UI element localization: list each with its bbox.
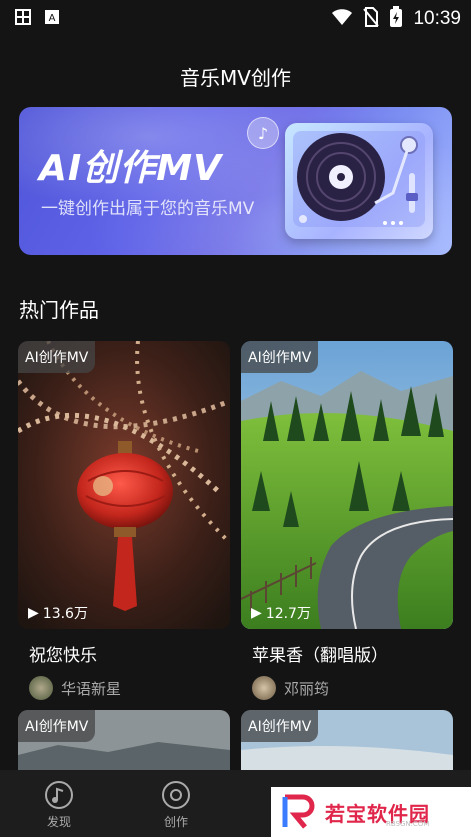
artist-name: 华语新星	[61, 679, 122, 698]
watermark-logo-icon	[279, 793, 317, 831]
turntable-icon	[285, 123, 433, 239]
section-title-hot-works: 热门作品	[19, 298, 99, 322]
play-count: ▶ 13.6万	[28, 603, 88, 623]
svg-text:A: A	[49, 13, 56, 24]
ai-mv-tag: AI创作MV	[241, 710, 319, 742]
avatar	[29, 676, 53, 700]
watermark-url: RBSGN.COM	[386, 820, 430, 828]
artist-row[interactable]: 邓丽筠	[252, 676, 329, 700]
play-icon: ▶	[28, 605, 39, 621]
wifi-icon	[331, 8, 353, 30]
ai-mv-tag: AI创作MV	[241, 341, 319, 373]
tab-label: 创作	[163, 815, 188, 829]
avatar	[252, 676, 276, 700]
page-title: 音乐MV创作	[180, 66, 291, 90]
artist-name: 邓丽筠	[284, 679, 330, 698]
song-title[interactable]: 祝您快乐	[29, 641, 97, 666]
play-icon: ▶	[251, 605, 262, 621]
ai-mv-tag: AI创作MV	[18, 710, 96, 742]
work-card-1[interactable]: AI创作MV ▶ 13.6万	[18, 341, 230, 629]
status-bar: A 10:39	[0, 0, 471, 36]
work-cover-meadow	[241, 341, 453, 629]
tab-create[interactable]: 创作	[146, 780, 206, 830]
banner-title: AI创作MV	[39, 148, 222, 189]
play-count-value: 13.6万	[42, 606, 88, 622]
banner-subtitle: 一键创作出属于您的音乐MV	[41, 199, 255, 219]
work-cover-lantern	[18, 341, 230, 629]
app-icon	[12, 6, 34, 32]
watermark: 若宝软件园 RBSGN.COM	[271, 787, 471, 837]
tab-discover[interactable]: 发现	[29, 780, 89, 830]
text-a-icon: A	[44, 9, 60, 29]
ai-mv-tag: AI创作MV	[18, 341, 96, 373]
song-title[interactable]: 苹果香（翻唱版）	[252, 641, 388, 666]
work-card-2[interactable]: AI创作MV ▶ 12.7万	[241, 341, 453, 629]
no-sim-icon	[363, 7, 380, 31]
record-icon	[162, 781, 190, 809]
tab-label: 发现	[46, 815, 71, 829]
play-count: ▶ 12.7万	[251, 603, 311, 623]
clock: 10:39	[413, 8, 461, 29]
ai-mv-banner[interactable]: AI创作MV 一键创作出属于您的音乐MV ♪	[19, 107, 452, 255]
music-note-bubble-icon: ♪	[247, 117, 279, 149]
music-note-icon	[45, 781, 73, 809]
battery-charging-icon	[389, 6, 403, 32]
artist-row[interactable]: 华语新星	[29, 676, 121, 700]
play-count-value: 12.7万	[265, 606, 311, 622]
